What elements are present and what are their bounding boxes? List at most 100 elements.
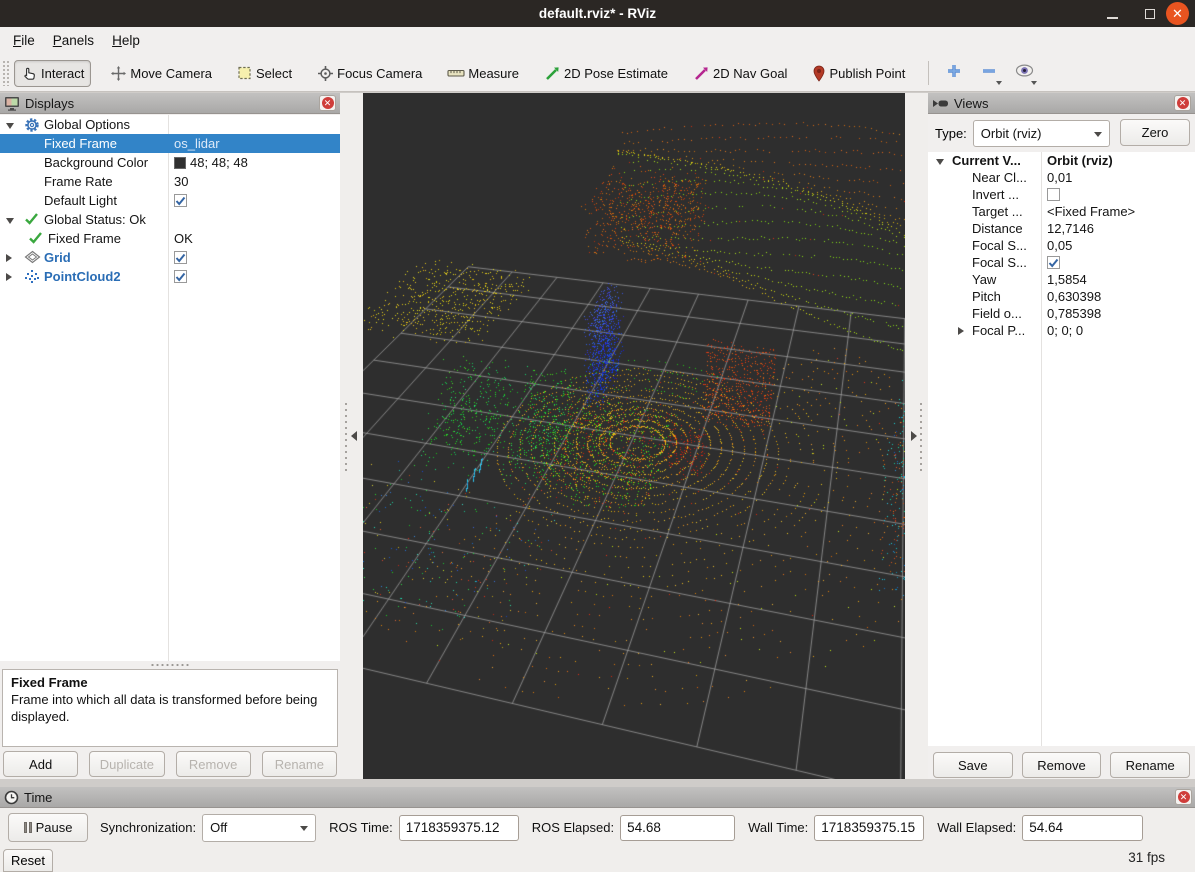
close-button[interactable]: ✕ [1166, 2, 1189, 25]
tool-move-camera[interactable]: Move Camera [104, 61, 218, 86]
zoom-out-button[interactable] [976, 60, 1002, 86]
roselapsed-input[interactable] [620, 815, 735, 841]
time-close-button[interactable]: ✕ [1175, 789, 1192, 805]
checkbox-unchecked[interactable] [1047, 188, 1060, 201]
tool-focus-camera[interactable]: Focus Camera [311, 61, 428, 86]
display-property-row[interactable]: Fixed FrameOK [0, 229, 340, 248]
collapse-icon[interactable] [936, 159, 944, 165]
view-property-row[interactable]: Target ...<Fixed Frame> [928, 203, 1195, 220]
toolbar: Interact Move Camera Select Focus Camera Mea… [0, 55, 1195, 92]
property-value[interactable]: 12,7146 [1047, 221, 1094, 236]
reset-button[interactable]: Reset [3, 849, 53, 872]
rviz-window: default.rviz* - RViz ✕ FilePanelsHelp In… [0, 0, 1195, 872]
collapse-icon[interactable] [6, 123, 14, 129]
view-property-row[interactable]: Field o...0,785398 [928, 305, 1195, 322]
property-value[interactable]: 0,630398 [1047, 289, 1101, 304]
property-description: Fixed Frame Frame into which all data is… [2, 669, 338, 747]
checkbox-checked[interactable] [1047, 256, 1060, 269]
expand-icon[interactable] [6, 273, 12, 281]
collapse-icon[interactable] [6, 218, 14, 224]
menu-item-help[interactable]: Help [103, 27, 149, 55]
displays-button-add[interactable]: Add [3, 751, 78, 777]
wallelapsed-input[interactable] [1022, 815, 1143, 841]
display-property-row[interactable]: Background Color48; 48; 48 [0, 153, 340, 172]
pause-button[interactable]: Pause [8, 813, 88, 842]
tool-pose-estimate[interactable]: 2D Pose Estimate [538, 61, 674, 86]
view-property-row[interactable]: Invert ... [928, 186, 1195, 203]
property-label: Global Options [44, 117, 130, 132]
property-value[interactable]: 48; 48; 48 [174, 155, 248, 170]
view-property-row[interactable]: Focal S... [928, 254, 1195, 271]
property-value[interactable]: Orbit (rviz) [1047, 153, 1113, 168]
property-value[interactable] [174, 194, 187, 207]
synchronization-select[interactable]: Off [202, 814, 316, 842]
checkbox-checked[interactable] [174, 251, 187, 264]
visibility-button[interactable] [1011, 60, 1037, 86]
expand-icon[interactable] [958, 327, 964, 335]
property-value[interactable]: 1,5854 [1047, 272, 1087, 287]
tool-measure[interactable]: Measure [441, 62, 525, 85]
zoom-in-button[interactable] [941, 60, 967, 86]
views-button-remove[interactable]: Remove [1022, 752, 1102, 778]
display-property-row[interactable]: PointCloud2 [0, 267, 340, 286]
display-property-row[interactable]: Fixed Frameos_lidar [0, 134, 340, 153]
property-value[interactable]: <Fixed Frame> [1047, 204, 1135, 219]
view-property-row[interactable]: Distance12,7146 [928, 220, 1195, 237]
views-button-save[interactable]: Save [933, 752, 1013, 778]
displays-horizontal-splitter[interactable] [0, 661, 340, 669]
walltime-input[interactable] [814, 815, 924, 841]
view-property-row[interactable]: Yaw1,5854 [928, 271, 1195, 288]
property-value[interactable]: 0,05 [1047, 238, 1072, 253]
view-property-row[interactable]: Pitch0,630398 [928, 288, 1195, 305]
display-property-row[interactable]: Grid [0, 248, 340, 267]
tool-publish-point[interactable]: Publish Point [806, 61, 911, 86]
display-property-row[interactable]: Global Status: Ok [0, 210, 340, 229]
minimize-button[interactable] [1102, 3, 1123, 24]
views-close-button[interactable]: ✕ [1174, 95, 1191, 111]
checkbox-checked[interactable] [174, 194, 187, 207]
property-value[interactable] [1047, 256, 1060, 269]
time-field: ROS Elapsed: [532, 815, 735, 841]
right-splitter[interactable] [905, 93, 928, 779]
check-green-icon [24, 212, 40, 228]
tool-label: 2D Nav Goal [713, 66, 787, 81]
tool-nav-goal[interactable]: 2D Nav Goal [687, 61, 793, 86]
view-property-row[interactable]: Near Cl...0,01 [928, 169, 1195, 186]
value-text: 12,7146 [1047, 221, 1094, 236]
display-property-row[interactable]: Frame Rate30 [0, 172, 340, 191]
property-value[interactable] [174, 270, 187, 283]
display-property-row[interactable]: Global Options [0, 115, 340, 134]
time-field: Wall Elapsed: [937, 815, 1143, 841]
expand-icon[interactable] [6, 254, 12, 262]
property-value[interactable]: 0,785398 [1047, 306, 1101, 321]
checkbox-checked[interactable] [174, 270, 187, 283]
maximize-button[interactable] [1139, 3, 1160, 24]
left-splitter[interactable] [340, 93, 363, 779]
rostime-input[interactable] [399, 815, 519, 841]
zero-button[interactable]: Zero [1120, 119, 1190, 146]
property-value[interactable]: OK [174, 231, 193, 246]
views-button-rename[interactable]: Rename [1110, 752, 1190, 778]
menu-item-panels[interactable]: Panels [44, 27, 103, 55]
view-property-row[interactable]: Focal S...0,05 [928, 237, 1195, 254]
property-value[interactable]: 0; 0; 0 [1047, 323, 1083, 338]
tool-select[interactable]: Select [231, 61, 298, 85]
property-label: Invert ... [972, 187, 1019, 202]
3d-viewport[interactable] [363, 93, 905, 779]
tool-interact[interactable]: Interact [14, 60, 91, 87]
view-property-row[interactable]: Focal P...0; 0; 0 [928, 322, 1195, 339]
property-value[interactable] [174, 251, 187, 264]
displays-button-duplicate: Duplicate [89, 751, 164, 777]
property-value[interactable]: os_lidar [174, 136, 220, 151]
property-value[interactable] [1047, 188, 1060, 201]
time-panel-header: Time ✕ [0, 787, 1195, 808]
view-type-select[interactable]: Orbit (rviz) [973, 120, 1110, 147]
property-value[interactable]: 30 [174, 174, 188, 189]
view-property-row[interactable]: Current V...Orbit (rviz) [928, 152, 1195, 169]
menu-item-file[interactable]: File [4, 27, 44, 55]
pause-icon [24, 822, 32, 833]
toolbar-grip[interactable] [2, 60, 10, 86]
displays-close-button[interactable]: ✕ [319, 95, 336, 111]
property-value[interactable]: 0,01 [1047, 170, 1072, 185]
display-property-row[interactable]: Default Light [0, 191, 340, 210]
